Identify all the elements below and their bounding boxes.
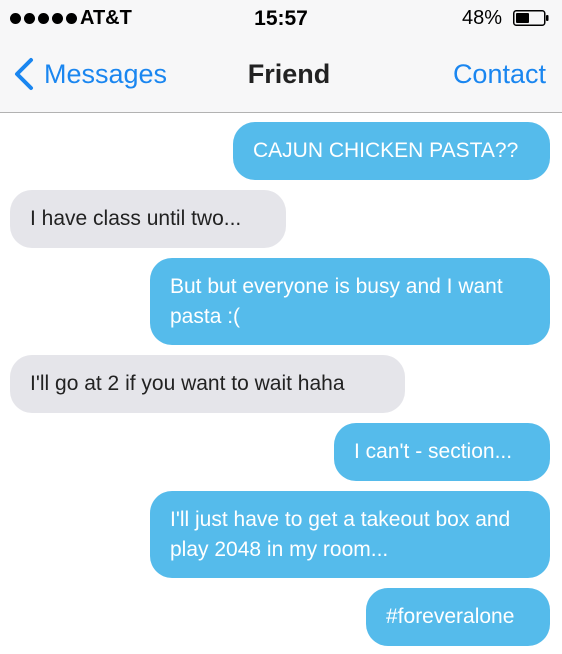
sent-message-bubble[interactable]: CAJUN CHICKEN PASTA?? — [233, 122, 562, 180]
sent-message-bubble[interactable]: #foreveralone — [366, 588, 562, 646]
status-bar: AT&T 15:57 48% — [0, 0, 562, 36]
nav-bar: Messages Friend Contact — [0, 44, 562, 104]
message-text: I'll just have to get a takeout box and … — [170, 507, 511, 561]
message-text: But but everyone is busy and I want past… — [170, 274, 503, 328]
header: AT&T 15:57 48% Messages Friend Contact — [0, 0, 562, 113]
message-text: CAJUN CHICKEN PASTA?? — [253, 139, 519, 162]
message-list: CAJUN CHICKEN PASTA?? I have class until… — [0, 113, 562, 654]
battery-percent: 48% — [461, 7, 502, 29]
message-text: I have class until two... — [30, 207, 242, 230]
message-text: I can't - section... — [354, 440, 513, 463]
sent-message-bubble[interactable]: But but everyone is busy and I want past… — [150, 258, 562, 345]
sent-message-bubble[interactable]: I'll just have to get a takeout box and … — [150, 491, 562, 578]
contact-button[interactable]: Contact — [453, 59, 546, 90]
sent-message-bubble[interactable]: I can't - section... — [334, 423, 562, 481]
received-message-bubble[interactable]: I'll go at 2 if you want to wait haha — [0, 355, 405, 413]
received-message-bubble[interactable]: I have class until two... — [0, 190, 286, 248]
message-text: I'll go at 2 if you want to wait haha — [30, 372, 345, 395]
battery-icon — [513, 10, 549, 26]
message-text: #foreveralone — [386, 605, 515, 628]
messages-screen: AT&T 15:57 48% Messages Friend Contact C… — [0, 0, 562, 654]
